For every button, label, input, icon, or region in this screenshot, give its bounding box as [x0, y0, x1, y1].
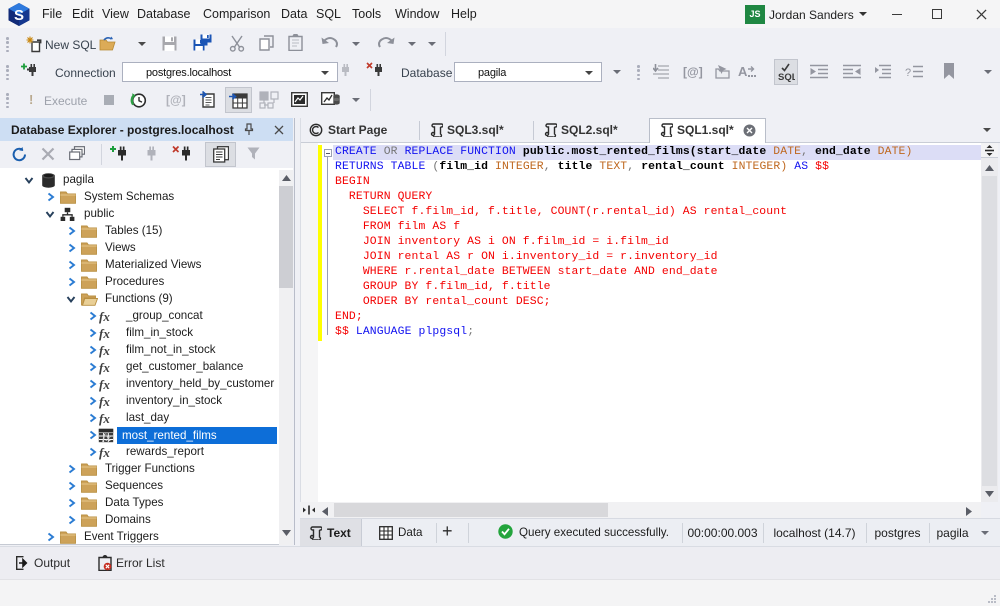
svg-text:SQL: SQL: [778, 72, 795, 82]
svg-text:?: ?: [905, 67, 911, 79]
svg-text:A: A: [738, 64, 748, 79]
svg-text:S: S: [14, 7, 24, 24]
